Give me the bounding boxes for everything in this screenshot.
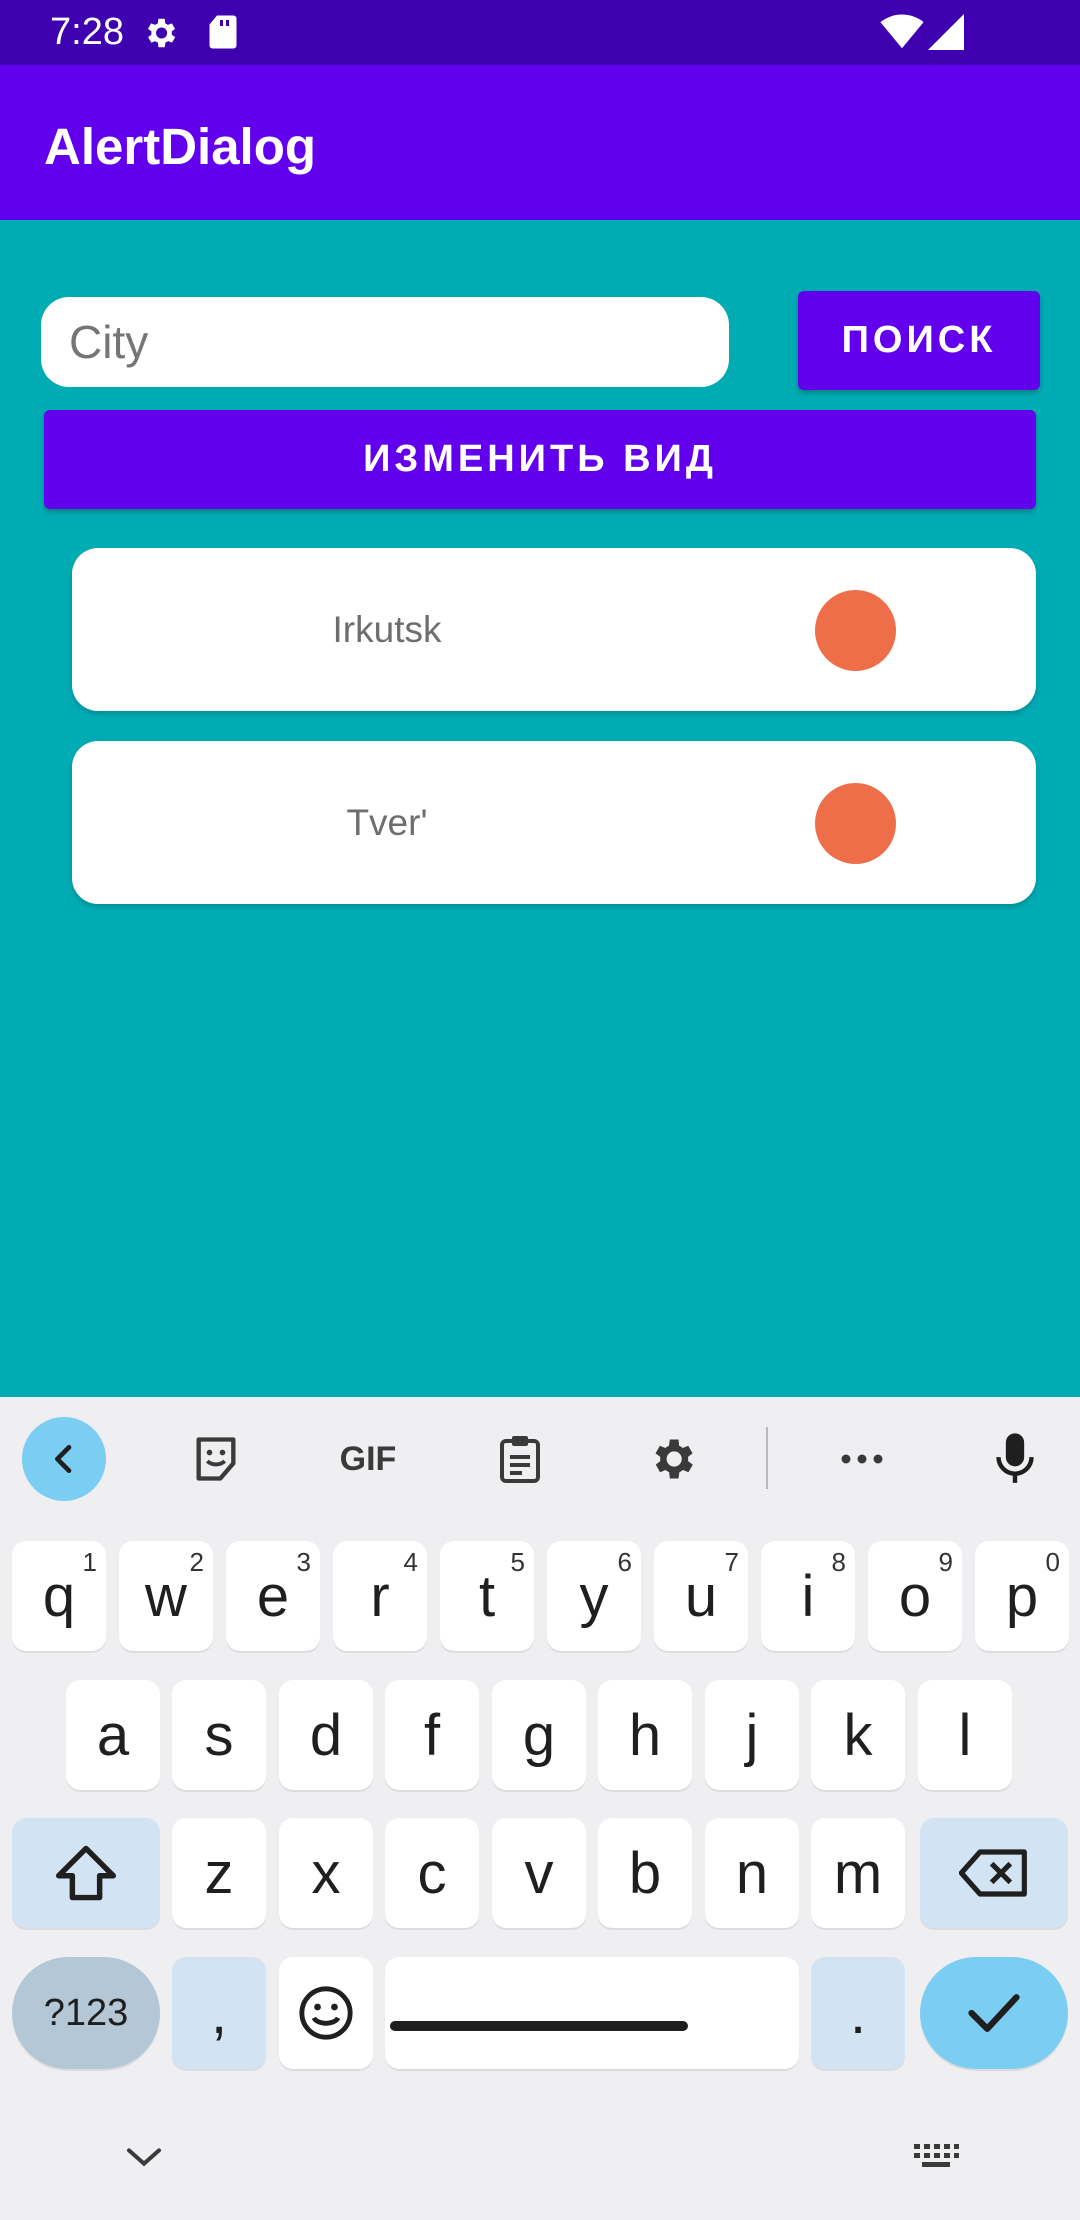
key-u[interactable]: u7 — [654, 1541, 748, 1651]
key-j[interactable]: j — [705, 1680, 799, 1790]
sd-card-icon — [208, 14, 238, 50]
key-m[interactable]: m — [811, 1818, 905, 1928]
symbols-key[interactable]: ?123 — [12, 1957, 160, 2069]
sticker-icon[interactable] — [176, 1417, 256, 1501]
key-e[interactable]: e3 — [226, 1541, 320, 1651]
keyboard-switch-icon[interactable] — [912, 2141, 960, 2171]
key-n[interactable]: n — [705, 1818, 799, 1928]
status-time: 7:28 — [50, 11, 124, 53]
key-x[interactable]: x — [279, 1818, 373, 1928]
key-q[interactable]: q1 — [12, 1541, 106, 1651]
key-h[interactable]: h — [598, 1680, 692, 1790]
city-input[interactable] — [41, 297, 729, 387]
key-r[interactable]: r4 — [333, 1541, 427, 1651]
enter-key[interactable] — [920, 1957, 1068, 2069]
mic-icon[interactable] — [975, 1417, 1055, 1501]
period-key[interactable]: . — [811, 1957, 905, 2069]
status-dot — [815, 783, 896, 864]
key-s[interactable]: s — [172, 1680, 266, 1790]
backspace-key[interactable] — [920, 1818, 1068, 1928]
settings-icon[interactable] — [632, 1417, 712, 1501]
key-d[interactable]: d — [279, 1680, 373, 1790]
more-icon[interactable] — [820, 1417, 904, 1501]
key-k[interactable]: k — [811, 1680, 905, 1790]
key-b[interactable]: b — [598, 1818, 692, 1928]
clipboard-icon[interactable] — [480, 1417, 560, 1501]
app-bar: AlertDialog — [0, 65, 1080, 220]
emoji-key[interactable] — [279, 1957, 373, 2069]
app-title: AlertDialog — [44, 118, 317, 175]
soft-keyboard: GIF q1 w2 e3 r4 t5 y6 u7 i8 o9 p0 a s d … — [0, 1397, 1080, 2220]
cellular-signal-icon — [928, 14, 964, 50]
shift-icon — [56, 1845, 116, 1901]
key-y[interactable]: y6 — [547, 1541, 641, 1651]
search-button[interactable]: ПОИСК — [798, 291, 1040, 390]
toolbar-divider — [766, 1427, 768, 1489]
shift-key[interactable] — [12, 1818, 160, 1928]
space-key[interactable] — [385, 1957, 799, 2069]
key-f[interactable]: f — [385, 1680, 479, 1790]
keyboard-back-icon[interactable] — [22, 1417, 106, 1501]
emoji-icon — [299, 1986, 353, 2040]
change-view-button[interactable]: ИЗМЕНИТЬ ВИД — [44, 410, 1036, 509]
city-card[interactable]: Tver' — [72, 741, 1036, 904]
gesture-nav-handle[interactable] — [390, 2021, 688, 2031]
gif-icon[interactable]: GIF — [326, 1417, 410, 1501]
hide-keyboard-icon[interactable] — [124, 2145, 164, 2169]
city-name: Irkutsk — [332, 608, 442, 650]
key-l[interactable]: l — [918, 1680, 1012, 1790]
key-o[interactable]: o9 — [868, 1541, 962, 1651]
comma-key[interactable]: , — [172, 1957, 266, 2069]
gear-icon — [141, 14, 179, 52]
status-dot — [815, 590, 896, 671]
city-name: Tver' — [346, 801, 428, 843]
key-c[interactable]: c — [385, 1818, 479, 1928]
key-v[interactable]: v — [492, 1818, 586, 1928]
key-t[interactable]: t5 — [440, 1541, 534, 1651]
key-i[interactable]: i8 — [761, 1541, 855, 1651]
key-a[interactable]: a — [66, 1680, 160, 1790]
status-bar: 7:28 — [0, 0, 1080, 65]
key-g[interactable]: g — [492, 1680, 586, 1790]
key-z[interactable]: z — [172, 1818, 266, 1928]
key-w[interactable]: w2 — [119, 1541, 213, 1651]
key-p[interactable]: p0 — [975, 1541, 1069, 1651]
backspace-icon — [959, 1849, 1027, 1897]
wifi-icon — [880, 14, 924, 50]
city-card[interactable]: Irkutsk — [72, 548, 1036, 711]
checkmark-icon — [968, 1994, 1020, 2032]
